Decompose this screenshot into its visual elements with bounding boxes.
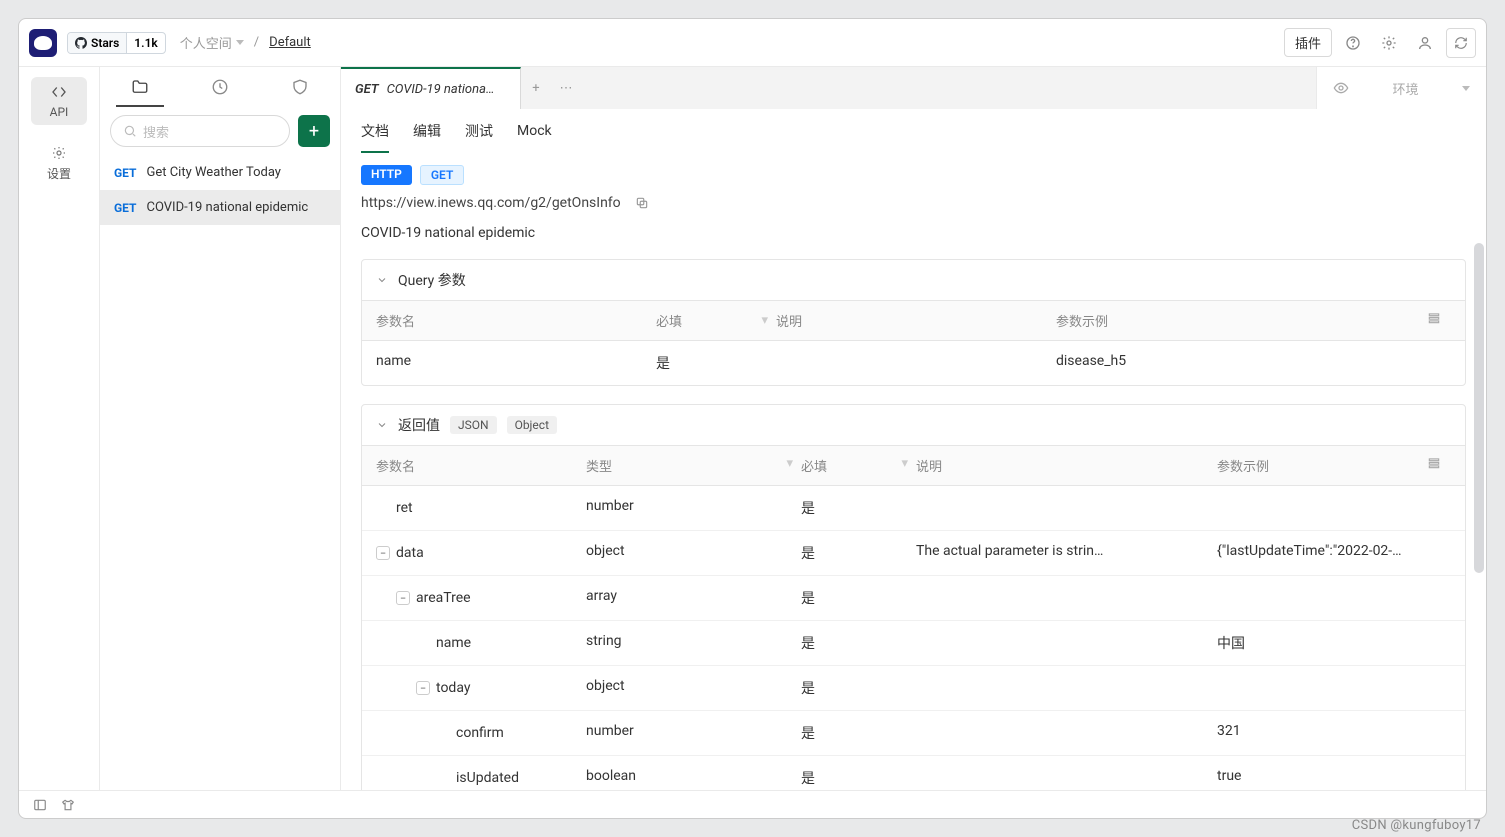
search-input[interactable]: 搜索 [110,115,290,147]
chevron-down-icon [236,40,244,45]
folder-icon [131,78,149,96]
doc-tab[interactable]: GET COVID-19 national e… [341,67,521,109]
activity-settings[interactable]: 设置 [31,139,87,188]
refresh-button[interactable] [1446,28,1476,58]
workspace-dropdown[interactable]: 个人空间 [180,33,244,52]
refresh-icon [1454,36,1468,50]
sidebar-tab-folder[interactable] [100,67,180,107]
subtab-doc[interactable]: 文档 [361,109,389,153]
shield-icon [291,78,309,96]
stars-label: Stars [91,36,119,50]
environment-selector[interactable]: 环境 [1316,67,1486,109]
col-param-name: 参数名 [376,456,586,475]
breadcrumb: 个人空间 / Default [180,33,311,52]
scrollbar[interactable] [1474,243,1484,573]
shirt-icon[interactable] [61,798,75,812]
help-button[interactable] [1338,28,1368,58]
filter-icon[interactable]: ▾ [761,313,776,328]
api-url: https://view.inews.qq.com/g2/getOnsInfo [361,195,621,211]
tree-toggle[interactable]: − [376,546,390,560]
panel-header[interactable]: Query 参数 [362,260,1465,301]
app-logo[interactable] [29,29,57,57]
get-badge: GET [420,165,464,185]
table-row: confirmnumber是321 [362,711,1465,756]
user-icon [1417,35,1433,51]
json-chip: JSON [450,416,497,434]
col-menu-icon[interactable] [1427,311,1451,330]
panel-toggle-icon[interactable] [33,798,47,812]
subtab-test[interactable]: 测试 [465,109,493,153]
api-item-get-city-weather[interactable]: GET Get City Weather Today [100,155,340,190]
tree-toggle[interactable]: − [396,591,410,605]
add-button[interactable]: + [298,115,330,147]
chevron-down-icon [376,274,388,286]
main: GET COVID-19 national e… + ⋯ 环境 文档 编辑 测试… [341,67,1486,790]
filter-icon[interactable]: ▾ [901,456,916,475]
sidebar-tab-env[interactable] [260,67,340,107]
plugin-button[interactable]: 插件 [1284,28,1332,57]
project-link[interactable]: Default [269,35,311,50]
statusbar [19,790,1486,818]
copy-button[interactable] [635,196,649,210]
gear-icon [1381,35,1397,51]
content: HTTP GET https://view.inews.qq.com/g2/ge… [341,153,1486,790]
chevron-down-icon [1462,86,1470,91]
github-icon [75,37,87,49]
col-desc: 说明 [916,456,1217,475]
user-button[interactable] [1410,28,1440,58]
copy-icon [635,196,649,210]
object-chip: Object [507,416,557,434]
stars-count: 1.1k [127,33,164,53]
topbar: Stars 1.1k 个人空间 / Default 插件 [19,19,1486,67]
search-icon [123,124,137,138]
query-params-panel: Query 参数 参数名 必填▾ 说明 参数示例 name 是 [361,259,1466,386]
activity-api[interactable]: API [31,77,87,125]
col-param-name: 参数名 [376,311,656,330]
help-icon [1345,35,1361,51]
table-row: name 是 disease_h5 [362,341,1465,385]
github-stars-badge[interactable]: Stars 1.1k [67,32,166,54]
table-row: isUpdatedboolean是true [362,756,1465,790]
return-value-panel: 返回值 JSON Object 参数名 类型▾ 必填▾ 说明 参数示例 [361,404,1466,790]
col-menu-icon[interactable] [1427,456,1451,475]
col-type: 类型▾ [586,456,801,475]
api-name: COVID-19 national epidemic [361,225,1466,241]
sidebar: 搜索 + GET Get City Weather Today GET COVI… [99,67,341,790]
filter-icon[interactable]: ▾ [786,456,801,475]
table-row: −areaTreearray是 [362,576,1465,621]
col-sample: 参数示例 [1056,311,1427,330]
history-icon [211,78,229,96]
tree-toggle[interactable]: − [416,681,430,695]
chevron-down-icon [376,419,388,431]
col-sample: 参数示例 [1217,456,1427,475]
api-list: GET Get City Weather Today GET COVID-19 … [100,155,340,225]
tab-overflow-button[interactable]: ⋯ [551,67,581,109]
panel-header[interactable]: 返回值 JSON Object [362,405,1465,446]
table-row: namestring是中国 [362,621,1465,666]
sidebar-tab-history[interactable] [180,67,260,107]
subtab-mock[interactable]: Mock [517,109,552,153]
api-icon [50,83,68,101]
gear-icon [51,145,67,161]
activity-bar: API 设置 [19,67,99,790]
http-badge: HTTP [361,165,412,185]
api-item-covid19[interactable]: GET COVID-19 national epidemic [100,190,340,225]
watermark: CSDN @kungfuboy17 [1352,818,1481,833]
subtab-edit[interactable]: 编辑 [413,109,441,153]
new-tab-button[interactable]: + [521,67,551,109]
table-row: retnumber是 [362,486,1465,531]
col-required: 必填▾ [801,456,916,475]
eye-icon [1333,80,1349,96]
tabbar: GET COVID-19 national e… + ⋯ 环境 [341,67,1486,109]
settings-button[interactable] [1374,28,1404,58]
table-row: −todayobject是 [362,666,1465,711]
table-row: −dataobject是The actual parameter is stri… [362,531,1465,576]
subtabs: 文档 编辑 测试 Mock [341,109,1486,153]
col-desc: 说明 [776,311,1056,330]
col-required: 必填▾ [656,311,776,330]
